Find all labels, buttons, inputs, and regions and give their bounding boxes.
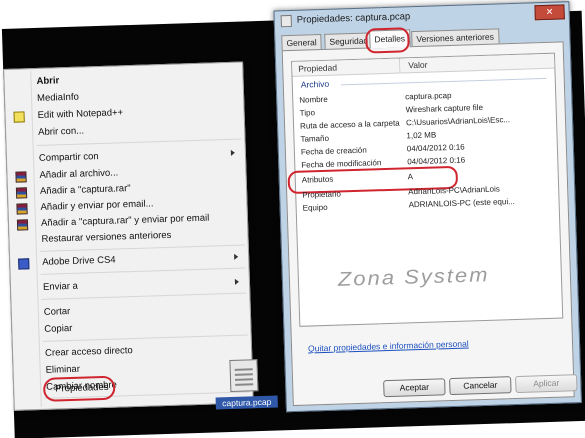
menu-item-add-captura-rar[interactable]: Añadir a "captura.rar"	[40, 182, 131, 199]
row-value: AdrianLois-PC\AdrianLois	[408, 184, 500, 197]
winrar-icon	[15, 187, 28, 199]
accept-button[interactable]: Aceptar	[383, 378, 446, 398]
menu-item-mediainfo[interactable]: MediaInfo	[37, 91, 79, 106]
menu-item-add-captura-rar-email[interactable]: Añadir a "captura.rar" y enviar por emai…	[41, 212, 210, 231]
properties-highlight-ring	[42, 375, 116, 402]
group-header: Archivo	[300, 78, 330, 90]
watermark-text: Zona System	[337, 263, 490, 291]
menu-item-create-shortcut[interactable]: Crear acceso directo	[45, 344, 133, 361]
menu-item-copy[interactable]: Copiar	[44, 322, 72, 337]
screenshot-scene: Abrir MediaInfo Edit with Notepad++ Abri…	[0, 0, 585, 438]
menu-item-edit-notepad[interactable]: Edit with Notepad++	[37, 106, 123, 123]
row-name: Propietario	[302, 189, 342, 200]
row-name: Fecha de creación	[300, 145, 367, 157]
row-name: Nombre	[299, 94, 328, 105]
close-button[interactable]: ✕	[534, 4, 565, 21]
file-icon	[280, 14, 292, 28]
winrar-icon	[15, 171, 27, 183]
submenu-arrow-icon	[230, 149, 235, 156]
winrar-icon	[16, 219, 29, 231]
tilted-capture: Abrir MediaInfo Edit with Notepad++ Abri…	[0, 0, 585, 438]
menu-item-share-with[interactable]: Compartir con	[39, 150, 99, 166]
remove-properties-link[interactable]: Quitar propiedades e información persona…	[308, 339, 469, 354]
submenu-arrow-icon	[234, 278, 240, 285]
details-panel: Propiedad Valor Archivo Nombre captura.p…	[281, 41, 578, 407]
adobe-drive-icon	[18, 258, 30, 270]
menu-separator	[36, 138, 242, 146]
group-divider	[340, 77, 547, 86]
menu-item-restore-versions[interactable]: Restaurar versiones anteriores	[41, 229, 171, 247]
menu-item-adobe-drive[interactable]: Adobe Drive CS4	[42, 254, 116, 270]
row-name: Equipo	[302, 202, 328, 213]
notepad-icon	[13, 111, 25, 123]
menu-item-send-to[interactable]: Enviar a	[43, 280, 78, 295]
row-value: 04/04/2012 0:16	[406, 142, 465, 154]
row-value: captura.pcap	[405, 90, 452, 102]
menu-item-add-archive[interactable]: Añadir al archivo...	[39, 166, 118, 182]
menu-item-open[interactable]: Abrir	[36, 74, 59, 89]
desktop-file-label[interactable]: captura.pcap	[215, 395, 278, 410]
row-name: Ruta de acceso a la carpeta	[299, 118, 400, 131]
apply-button[interactable]: Aplicar	[515, 374, 578, 394]
tab-general[interactable]: General	[281, 33, 322, 51]
menu-item-cut[interactable]: Cortar	[44, 305, 71, 320]
column-header-value[interactable]: Valor	[400, 53, 555, 74]
row-name: Tipo	[299, 108, 316, 118]
row-value: Wireshark capture file	[405, 102, 484, 115]
submenu-arrow-icon	[234, 253, 239, 260]
details-tab-highlight-ring	[365, 27, 410, 54]
winrar-icon	[16, 203, 28, 215]
tab-strip: General Seguridad Detalles Versiones ant…	[281, 28, 500, 51]
column-header-property[interactable]: Propiedad	[292, 58, 401, 77]
cancel-button[interactable]: Cancelar	[449, 376, 512, 396]
menu-item-add-and-email[interactable]: Añadir y enviar por email...	[40, 197, 153, 215]
row-value: ADRIANLOIS-PC (este equi...	[408, 196, 515, 210]
row-value: 04/04/2012 0:16	[407, 155, 466, 167]
menu-item-open-with[interactable]: Abrir con...	[38, 124, 84, 139]
row-name: Tamaño	[300, 133, 330, 144]
pcap-file-icon[interactable]	[229, 359, 259, 393]
row-value: C:\Usuarios\AdrianLois\Esc...	[405, 115, 511, 128]
menu-item-delete[interactable]: Eliminar	[45, 363, 80, 378]
window-title: Propiedades: captura.pcap	[296, 11, 411, 26]
context-menu: Abrir MediaInfo Edit with Notepad++ Abri…	[3, 61, 254, 411]
row-value: 1,02 MB	[406, 130, 437, 141]
properties-window: Propiedades: captura.pcap ✕ General Segu…	[273, 1, 582, 413]
menu-separator	[42, 334, 248, 342]
